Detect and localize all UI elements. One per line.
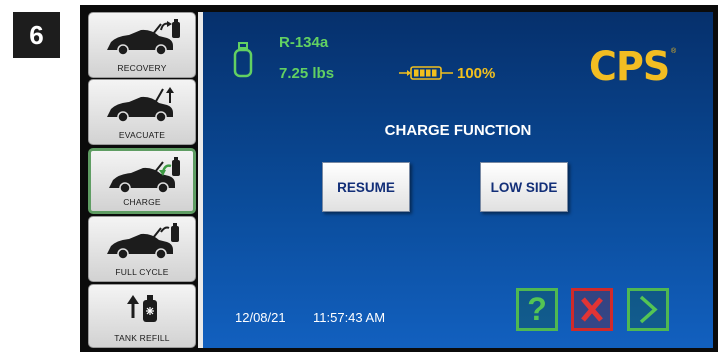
sidebar-item-full-cycle[interactable]: FULL CYCLE <box>88 216 196 282</box>
sidebar-item-label: FULL CYCLE <box>115 267 169 277</box>
registered-mark: ® <box>671 48 677 55</box>
sidebar-item-label: CHARGE <box>123 197 161 207</box>
tank-refill-icon <box>127 295 157 322</box>
refrigerant-tank-icon <box>233 42 253 78</box>
help-button[interactable]: ? <box>516 288 558 331</box>
function-title: CHARGE FUNCTION <box>384 122 532 139</box>
refrigerant-type: R-134a <box>279 34 329 51</box>
sidebar-item-tank-refill[interactable]: TANK REFILL <box>88 284 196 348</box>
sidebar-item-label: TANK REFILL <box>114 333 170 343</box>
car-full-cycle-icon <box>107 223 179 260</box>
car-evacuate-icon <box>107 87 174 123</box>
cancel-button[interactable] <box>571 288 613 331</box>
sidebar: RECOVERY EVACUATE CHARGE FULL CYCLE TANK… <box>88 12 198 348</box>
next-button[interactable] <box>627 288 669 331</box>
step-badge: 6 <box>13 12 60 58</box>
sidebar-item-evacuate[interactable]: EVACUATE <box>88 79 196 145</box>
battery-level: 100% <box>457 65 496 82</box>
close-icon <box>581 297 603 322</box>
refrigerant-weight: 7.25 lbs <box>279 65 335 82</box>
battery-icon <box>399 66 453 80</box>
help-icon: ? <box>527 291 547 327</box>
sidebar-item-charge[interactable]: CHARGE <box>88 148 196 214</box>
sidebar-item-label: RECOVERY <box>117 63 167 73</box>
car-recovery-icon <box>107 19 180 56</box>
date-display: 12/08/21 <box>235 310 286 325</box>
time-display: 11:57:43 AM <box>313 310 386 325</box>
sidebar-item-recovery[interactable]: RECOVERY <box>88 12 196 78</box>
resume-button[interactable]: RESUME <box>322 162 410 212</box>
main-screen: R-134a 7.25 lbs 100% CPS ® CHARGE FUNCTI… <box>203 12 713 348</box>
car-charge-icon <box>109 157 180 194</box>
sidebar-item-label: EVACUATE <box>118 130 166 140</box>
low-side-button[interactable]: LOW SIDE <box>480 162 568 212</box>
cps-logo: CPS <box>589 44 670 90</box>
chevron-right-icon <box>639 295 658 324</box>
